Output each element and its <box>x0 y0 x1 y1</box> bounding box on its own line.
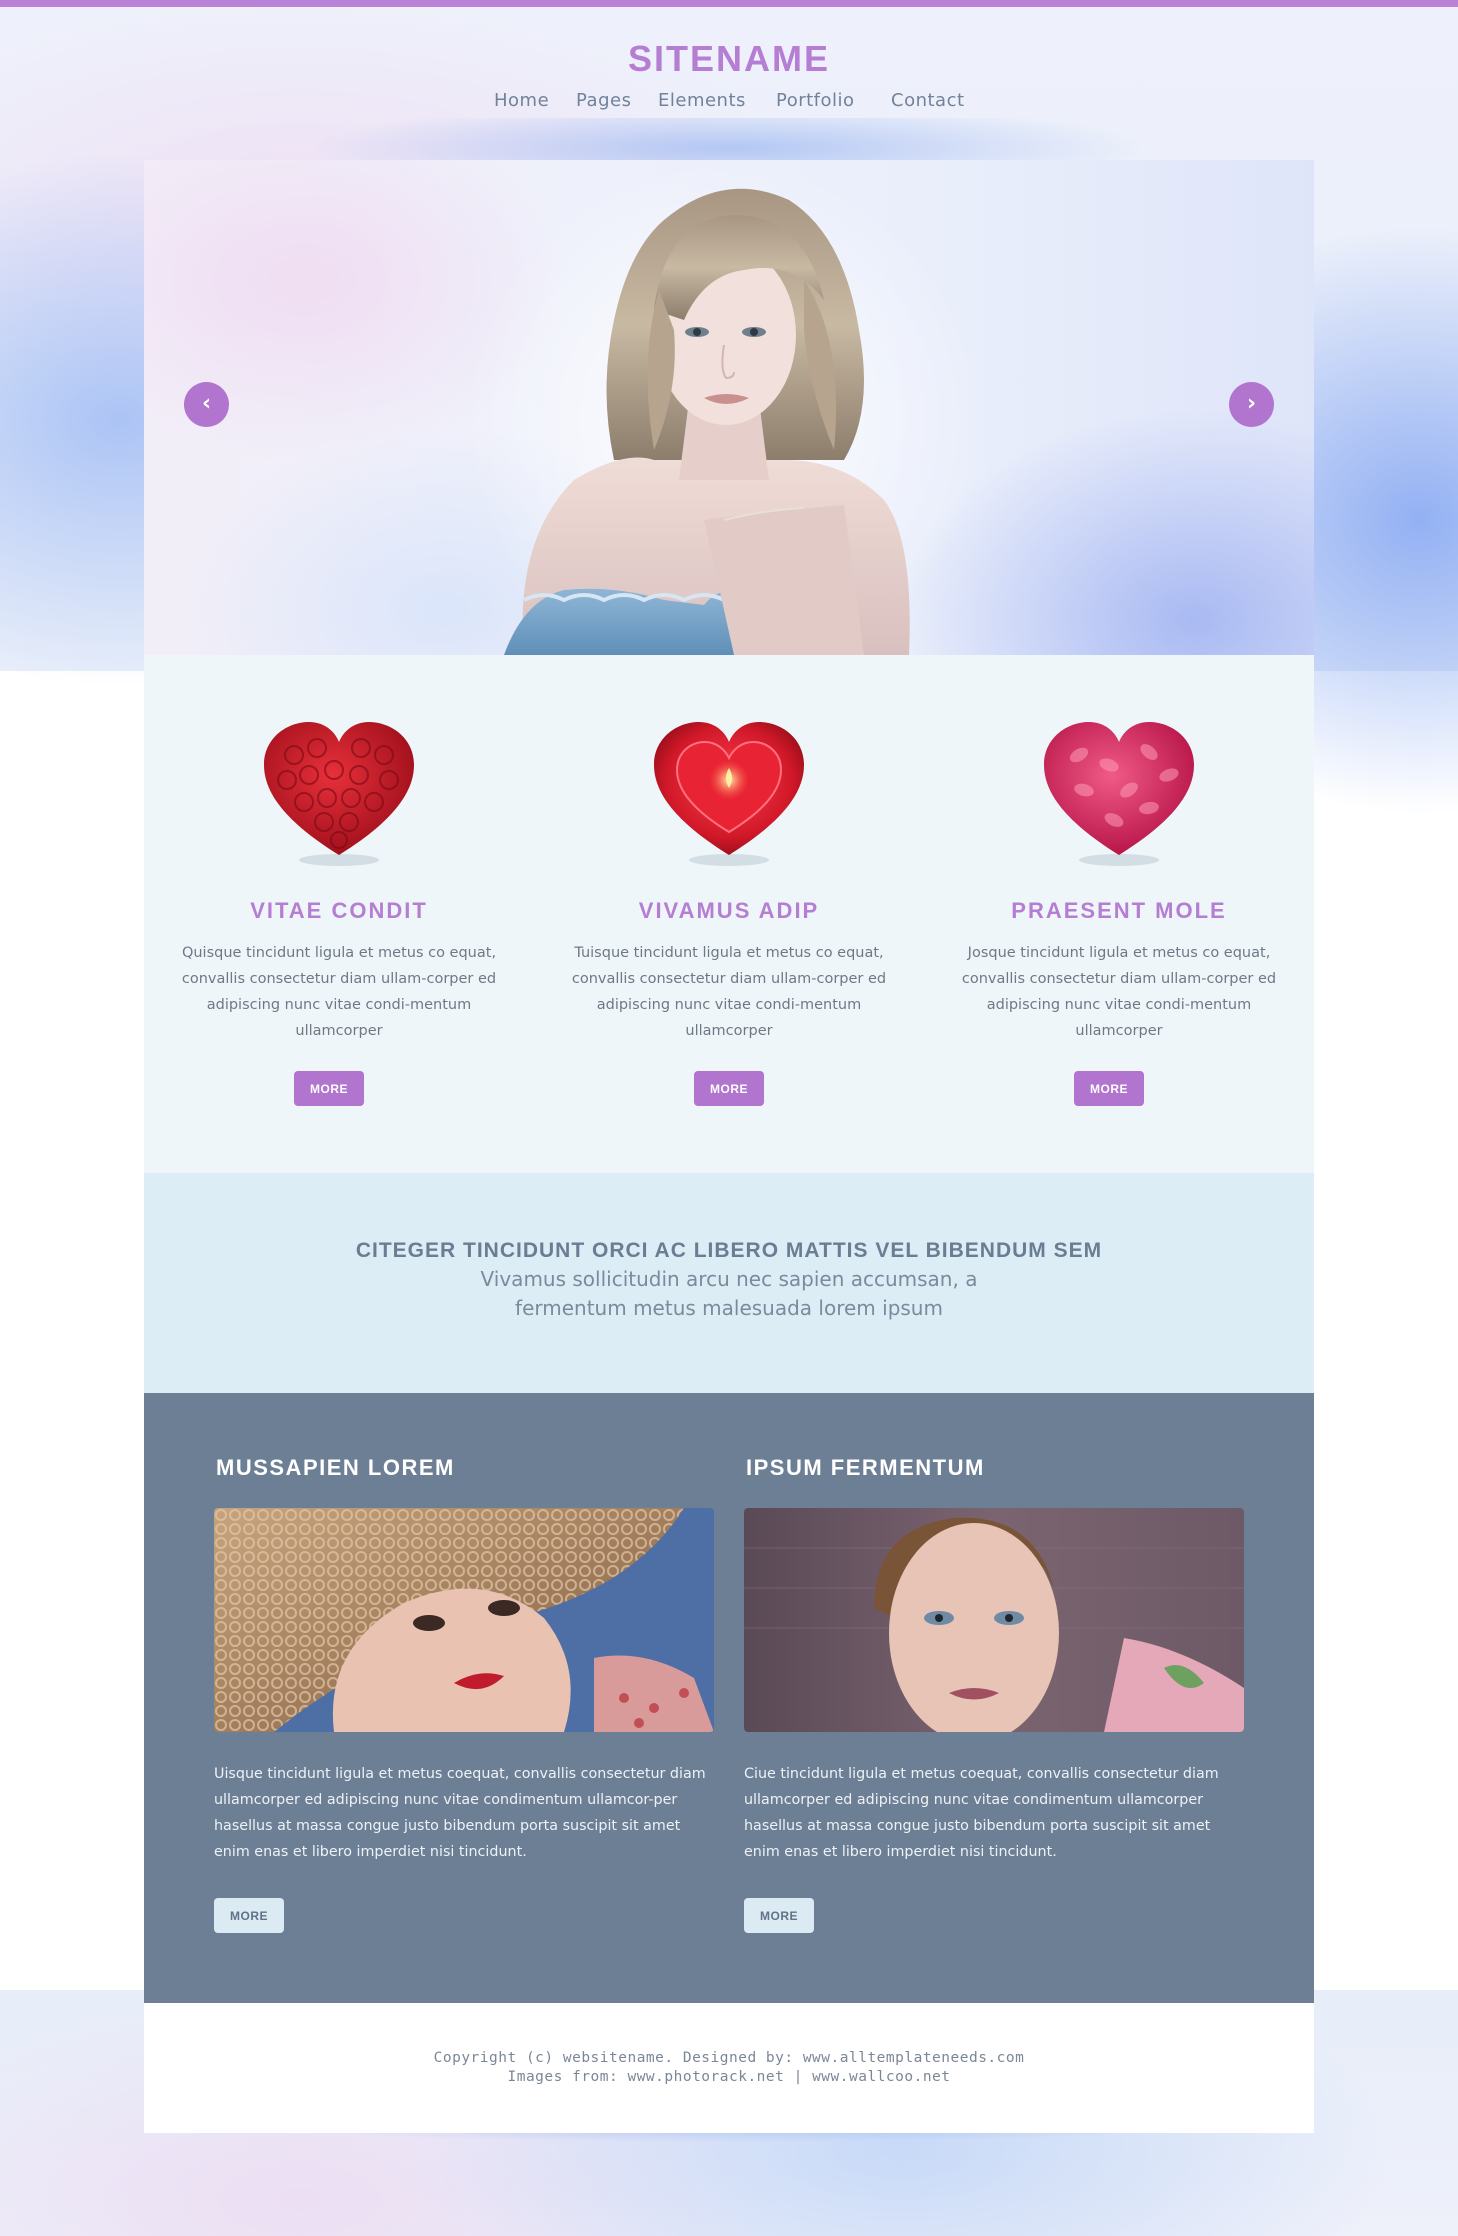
nav-elements[interactable]: Elements <box>658 90 746 111</box>
article-image <box>744 1508 1244 1732</box>
feature-card: VIVAMUS ADIP Tuisque tincidunt ligula et… <box>534 655 924 1173</box>
article-image <box>214 1508 714 1732</box>
rose-heart-image <box>264 722 414 866</box>
feature-card: PRAESENT MOLE Josque tincidunt ligula et… <box>924 655 1314 1173</box>
slider-next-button[interactable]: › <box>1229 382 1274 427</box>
site-logo[interactable]: SITENAME <box>0 38 1458 80</box>
feature-more-button[interactable]: MORE <box>294 1071 364 1106</box>
footer: Copyright (c) websitename. Designed by: … <box>144 2003 1314 2133</box>
article-more-button[interactable]: MORE <box>214 1898 284 1933</box>
chevron-right-icon: › <box>1246 391 1257 416</box>
feature-title: PRAESENT MOLE <box>1011 898 1227 923</box>
callout-section: CITEGER TINCIDUNT ORCI AC LIBERO MATTIS … <box>144 1173 1314 1393</box>
article-title: MUSSAPIEN LOREM <box>216 1455 455 1480</box>
article-text: Ciue tincidunt ligula et metus coequat, … <box>744 1766 1219 1860</box>
feature-more-button[interactable]: MORE <box>694 1071 764 1106</box>
footer-copyright[interactable]: Copyright (c) websitename. Designed by: … <box>144 2050 1314 2066</box>
article-text: Uisque tincidunt ligula et metus coequat… <box>214 1766 706 1860</box>
footer-credits[interactable]: Images from: www.photorack.net | www.wal… <box>144 2069 1314 2085</box>
callout-heading: CITEGER TINCIDUNT ORCI AC LIBERO MATTIS … <box>355 1239 1103 1262</box>
article-more-button[interactable]: MORE <box>744 1898 814 1933</box>
nav-pages[interactable]: Pages <box>576 90 631 111</box>
feature-title: VIVAMUS ADIP <box>638 898 820 923</box>
article-title: IPSUM FERMENTUM <box>746 1455 985 1480</box>
feature-title: VITAE CONDIT <box>250 898 428 923</box>
feature-card: VITAE CONDIT Quisque tincidunt ligula et… <box>144 655 534 1173</box>
article-card: MUSSAPIEN LOREM Uisque tincidunt ligula … <box>214 1393 714 2003</box>
chevron-left-icon: ‹ <box>201 391 212 416</box>
articles-section: MUSSAPIEN LOREM Uisque tincidunt ligula … <box>144 1393 1314 2003</box>
feature-more-button[interactable]: MORE <box>1074 1071 1144 1106</box>
features-section: VITAE CONDIT Quisque tincidunt ligula et… <box>144 655 1314 1173</box>
woman-straw-hat-image <box>214 1508 714 1732</box>
feature-text: Tuisque tincidunt ligula et metus co equ… <box>571 945 887 1039</box>
petal-heart-image <box>1044 722 1194 866</box>
nav-home[interactable]: Home <box>494 90 549 111</box>
nav-portfolio[interactable]: Portfolio <box>776 90 855 111</box>
slider-prev-button[interactable]: ‹ <box>184 382 229 427</box>
top-accent-bar <box>0 0 1458 7</box>
callout-subtext: Vivamus sollicitudin arcu nec sapien acc… <box>480 1267 978 1320</box>
article-card: IPSUM FERMENTUM Ciue tincidunt ligula et… <box>744 1393 1244 2003</box>
hero-slider: ‹ › <box>144 160 1314 655</box>
feature-text: Quisque tincidunt ligula et metus co equ… <box>181 945 497 1039</box>
woman-closeup-image <box>744 1508 1244 1732</box>
main-nav: Home Pages Elements Portfolio Contact <box>0 90 1458 116</box>
feature-text: Josque tincidunt ligula et metus co equa… <box>961 945 1277 1039</box>
nav-contact[interactable]: Contact <box>891 90 965 111</box>
slider-image <box>464 160 984 655</box>
candle-heart-image <box>654 722 804 866</box>
